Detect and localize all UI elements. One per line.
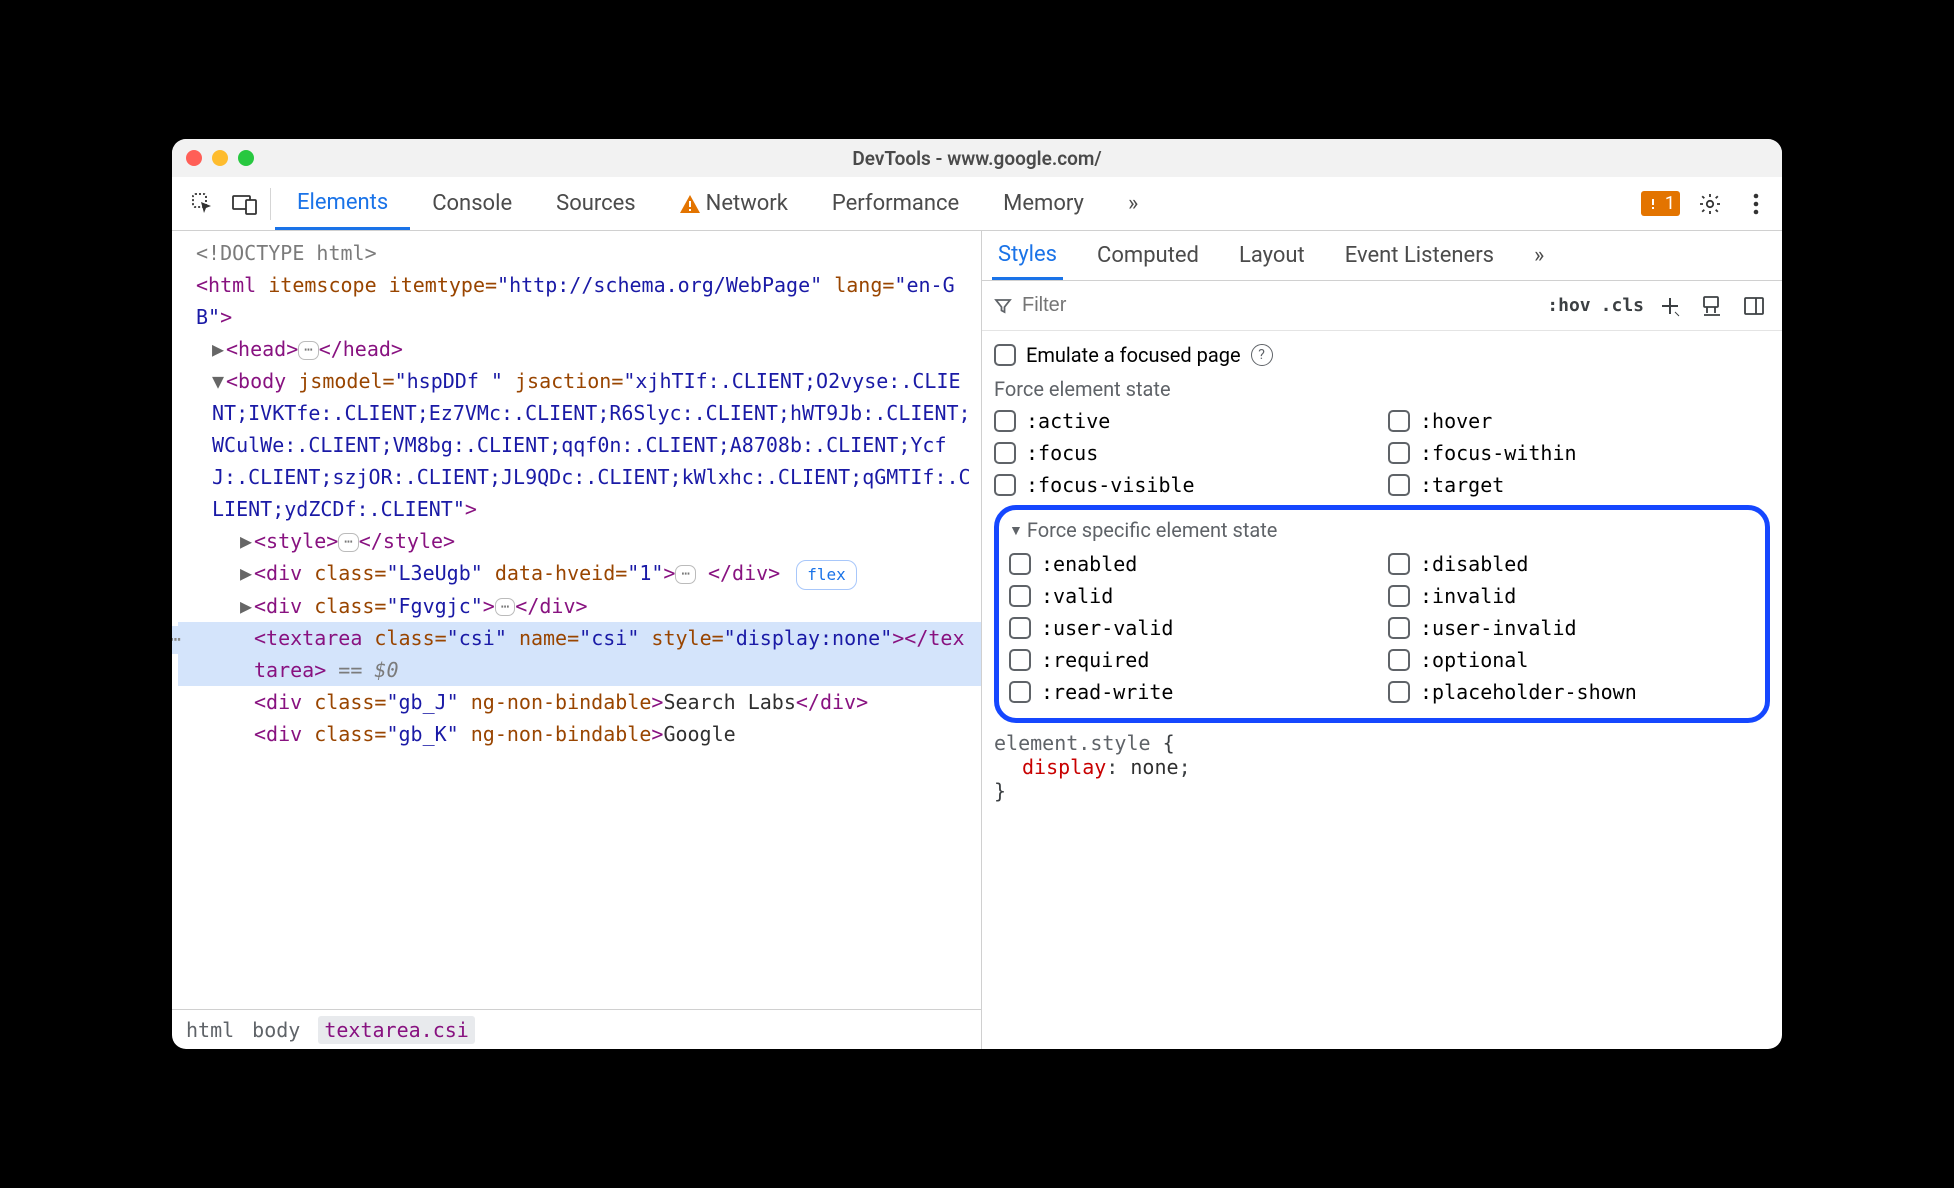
elements-panel: <!DOCTYPE html> <html itemscope itemtype… [172,231,982,1049]
force-specific-grid: :enabled :disabled :valid :invalid :user… [1009,548,1755,708]
kebab-menu-icon[interactable] [1740,188,1772,220]
rtab-event-listeners[interactable]: Event Listeners [1339,231,1500,280]
force-specific-state-box: ▼ Force specific element state :enabled … [994,505,1770,723]
breadcrumb-item[interactable]: textarea.csi [318,1016,475,1044]
issues-count: 1 [1665,193,1675,214]
force-specific-state-heading[interactable]: ▼ Force specific element state [1009,516,1755,548]
settings-icon[interactable] [1694,188,1726,220]
state-enabled[interactable]: :enabled [1009,548,1376,580]
styles-filter-row: :hov .cls [982,281,1782,331]
titlebar: DevTools - www.google.com/ [172,139,1782,177]
state-user-invalid[interactable]: :user-invalid [1388,612,1755,644]
styles-panel: Styles Computed Layout Event Listeners »… [982,231,1782,1049]
cls-toggle[interactable]: .cls [1601,295,1644,316]
styles-filter-input[interactable] [1022,294,1537,317]
breadcrumb-item[interactable]: html [186,1018,234,1042]
tab-memory[interactable]: Memory [981,177,1106,230]
state-invalid[interactable]: :invalid [1388,580,1755,612]
dom-style[interactable]: ▶<style>⋯</style> [178,525,981,557]
state-placeholder-shown[interactable]: :placeholder-shown [1388,676,1755,708]
emulate-focused-checkbox[interactable] [994,344,1016,366]
styles-body: Emulate a focused page ? Force element s… [982,331,1782,1049]
state-optional[interactable]: :optional [1388,644,1755,676]
tab-network-label: Network [706,191,788,216]
tab-performance[interactable]: Performance [810,177,981,230]
dom-body-open[interactable]: ▼<body jsmodel="hspDDf " jsaction="xjhTI… [178,365,981,525]
copy-styles-icon[interactable] [1696,290,1728,322]
tab-elements[interactable]: Elements [275,177,410,230]
element-style-block[interactable]: element.style { display: none; } [994,731,1770,803]
state-target[interactable]: :target [1388,469,1770,501]
toggle-device-icon[interactable] [224,183,266,225]
issues-badge[interactable]: 1 [1641,191,1680,216]
hov-toggle[interactable]: :hov [1547,295,1590,316]
state-read-write[interactable]: :read-write [1009,676,1376,708]
chevron-down-icon: ▼ [1009,522,1023,539]
state-focus[interactable]: :focus [994,437,1376,469]
breadcrumb: html body textarea.csi [172,1009,981,1049]
state-active[interactable]: :active [994,405,1376,437]
main-tab-bar: Elements Console Sources Network Perform… [172,177,1782,231]
dom-div-gbk[interactable]: <div class="gb_K" ng-non-bindable>Google [178,718,981,750]
warning-icon [680,195,700,213]
force-element-state-heading: Force element state [994,371,1770,405]
new-style-rule-icon[interactable] [1654,290,1686,322]
state-disabled[interactable]: :disabled [1388,548,1755,580]
dom-div-gbj[interactable]: <div class="gb_J" ng-non-bindable>Search… [178,686,981,718]
tab-sources[interactable]: Sources [534,177,658,230]
divider [270,188,271,220]
devtools-window: DevTools - www.google.com/ Elements Cons… [172,139,1782,1049]
dom-div-fgvgjc[interactable]: ▶<div class="Fgvgjc">⋯</div> [178,590,981,622]
state-focus-visible[interactable]: :focus-visible [994,469,1376,501]
state-valid[interactable]: :valid [1009,580,1376,612]
content-area: <!DOCTYPE html> <html itemscope itemtype… [172,231,1782,1049]
flex-badge[interactable]: flex [796,560,857,590]
dom-html-open[interactable]: <html itemscope itemtype="http://schema.… [178,269,981,333]
dom-doctype[interactable]: <!DOCTYPE html> [178,237,981,269]
tab-console[interactable]: Console [410,177,534,230]
help-icon[interactable]: ? [1251,344,1273,366]
state-user-valid[interactable]: :user-valid [1009,612,1376,644]
rtab-styles[interactable]: Styles [992,231,1063,280]
inspect-element-icon[interactable] [182,183,224,225]
state-focus-within[interactable]: :focus-within [1388,437,1770,469]
dom-tree[interactable]: <!DOCTYPE html> <html itemscope itemtype… [172,231,981,1009]
state-required[interactable]: :required [1009,644,1376,676]
rtab-layout[interactable]: Layout [1233,231,1311,280]
force-state-grid: :active :hover :focus :focus-within :foc… [994,405,1770,501]
dom-textarea-selected[interactable]: <textarea class="csi" name="csi" style="… [178,622,981,686]
tab-more[interactable]: » [1106,177,1160,230]
emulate-focused-page-row[interactable]: Emulate a focused page ? [994,339,1770,371]
dom-div-l3eugb[interactable]: ▶<div class="L3eUgb" data-hveid="1">⋯ </… [178,557,981,590]
emulate-focused-label: Emulate a focused page [1026,343,1241,367]
rtab-computed[interactable]: Computed [1091,231,1205,280]
window-title: DevTools - www.google.com/ [172,147,1782,170]
filter-icon [994,297,1012,315]
toggle-sidebar-icon[interactable] [1738,290,1770,322]
right-tab-bar: Styles Computed Layout Event Listeners » [982,231,1782,281]
breadcrumb-item[interactable]: body [252,1018,300,1042]
dom-head[interactable]: ▶<head>⋯</head> [178,333,981,365]
tab-network[interactable]: Network [658,177,810,230]
toolbar-right: 1 [1641,188,1772,220]
rtab-more[interactable]: » [1528,231,1550,280]
state-hover[interactable]: :hover [1388,405,1770,437]
